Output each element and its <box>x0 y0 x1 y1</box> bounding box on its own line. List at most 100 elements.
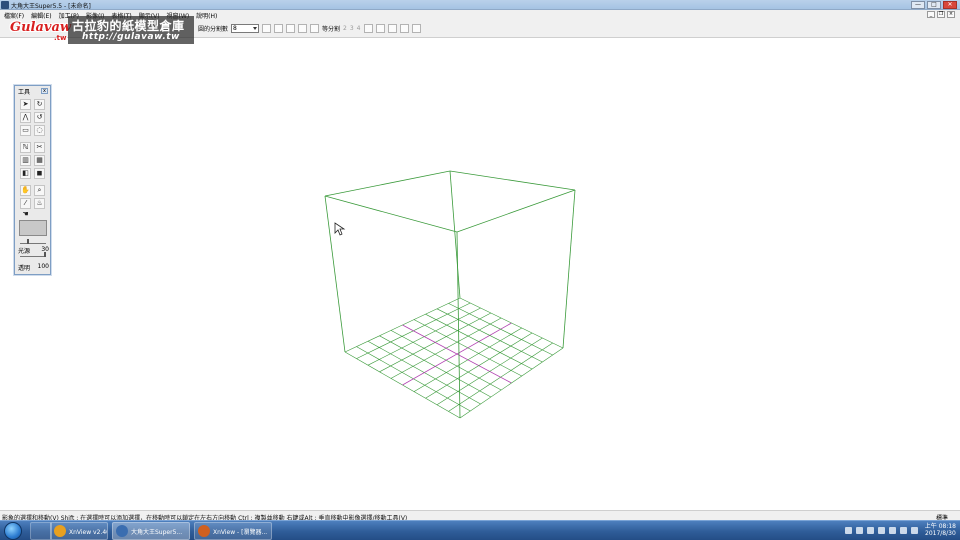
color-swatch[interactable] <box>19 220 47 236</box>
grid-line <box>425 332 533 399</box>
align-right-icon[interactable] <box>387 24 397 33</box>
gear-icon[interactable] <box>310 24 320 33</box>
chrome-icon[interactable] <box>30 522 52 540</box>
divide-2-button[interactable]: 2 <box>343 25 347 32</box>
xnview-icon <box>54 525 66 537</box>
rotate-3d-icon[interactable]: ↺ <box>34 112 45 123</box>
window-titlebar: 大角大王Super5.5 - [未命名] — □ ✕ <box>0 0 960 10</box>
grid-axis-line <box>402 322 512 386</box>
grid-line <box>436 337 543 406</box>
window-title: 大角大王Super5.5 - [未命名] <box>11 3 91 10</box>
grid-line <box>413 319 522 377</box>
doc-restore-button[interactable]: ❐ <box>937 11 945 18</box>
split-label: 圓的分割數 <box>198 26 229 33</box>
keyboard-icon[interactable] <box>844 526 852 534</box>
cube-edge <box>449 170 576 191</box>
task-label: XnView v2.40 免... <box>69 528 107 536</box>
tag-icon[interactable] <box>411 24 421 33</box>
tool-palette: 工具 x ➤ ↻ ⋀ ↺ ▭ ◌ ℕ ✂ ▥ ▦ ◧ ◼ ✋ ⌕ ⁄ ♨ ☚ 光… <box>14 85 51 275</box>
clock[interactable]: 上午 08:18 2017/8/30 <box>925 523 956 537</box>
network-icon[interactable] <box>866 526 874 534</box>
folder-icon[interactable] <box>888 526 896 534</box>
divide-3-button[interactable]: 3 <box>350 25 354 32</box>
align-left-icon[interactable] <box>363 24 373 33</box>
doc-close-button[interactable]: × <box>947 11 955 18</box>
light-slider-thumb[interactable] <box>27 239 30 244</box>
tool-palette-close-button[interactable]: x <box>41 88 48 94</box>
grid-line <box>413 327 522 392</box>
close-button[interactable]: ✕ <box>943 1 957 9</box>
wireframe-cube <box>324 170 576 419</box>
fold-icon[interactable]: ⋀ <box>20 112 31 123</box>
grid-line <box>425 313 533 370</box>
divide-control-group: 等分割 2 3 4 <box>322 24 421 33</box>
floor-grid <box>344 297 564 419</box>
task-xnview-2[interactable]: XnView - [瀏覽器... <box>194 522 272 540</box>
cube-edge <box>324 195 458 233</box>
cube-edge <box>562 189 576 349</box>
grid-line <box>459 297 564 349</box>
system-tray: 上午 08:18 2017/8/30 <box>844 523 956 537</box>
eyedropper-icon[interactable]: ⁄ <box>20 198 31 209</box>
maximize-button[interactable]: □ <box>927 1 941 9</box>
status-bar: 影象的選擇和移動(V) Shift : 在選擇時可以添加選擇，在移動時可以鎖定在… <box>0 510 960 522</box>
hand-icon[interactable]: ✋ <box>20 185 31 196</box>
drawing-canvas[interactable] <box>0 38 960 510</box>
column-icon[interactable]: ▥ <box>20 155 31 166</box>
help-icon[interactable] <box>855 526 863 534</box>
divide-label: 等分割 <box>322 26 341 33</box>
flag-icon[interactable] <box>877 526 885 534</box>
lasso-icon[interactable]: ◌ <box>34 125 45 136</box>
table-icon[interactable]: ▦ <box>34 155 45 166</box>
start-button[interactable] <box>4 522 22 540</box>
mouse-cursor-icon <box>334 222 346 236</box>
taskbar: XnView v2.40 免... 大角大王Super5... XnView -… <box>0 520 960 540</box>
select-arrow-icon[interactable]: ➤ <box>20 99 31 110</box>
split-control-group: 圓的分割數 8 <box>198 24 320 33</box>
paint-bucket-icon[interactable]: ♨ <box>34 198 45 209</box>
scissors-icon[interactable]: ✂ <box>34 142 45 153</box>
alpha-slider-thumb[interactable] <box>44 252 46 257</box>
zoom-icon[interactable]: ⌕ <box>34 185 45 196</box>
cube-edge <box>449 170 461 299</box>
window-controls: — □ ✕ <box>911 1 957 9</box>
grid-line <box>436 308 543 363</box>
cube-face-icon[interactable]: ◧ <box>20 168 31 179</box>
crop-icon[interactable]: ▭ <box>20 125 31 136</box>
divide-4-button[interactable]: 4 <box>357 25 361 32</box>
pin-icon[interactable] <box>399 24 409 33</box>
alpha-row: 透明 100 <box>18 263 49 272</box>
cube-edge <box>456 189 576 233</box>
split-select[interactable]: 8 <box>231 24 260 33</box>
grid-line <box>448 342 553 412</box>
clock-time: 上午 08:18 <box>924 523 956 530</box>
panel-icon[interactable] <box>298 24 308 33</box>
app-icon <box>1 1 9 9</box>
pen-icon[interactable]: ℕ <box>20 142 31 153</box>
menu-help[interactable]: 說明(H) <box>196 11 217 20</box>
task-app-main[interactable]: 大角大王Super5... <box>112 522 190 540</box>
light-slider[interactable] <box>20 239 46 244</box>
app-task-icon <box>116 525 128 537</box>
cube-edge <box>324 195 346 353</box>
cube-icon[interactable] <box>262 24 272 33</box>
chevron-down-icon <box>253 27 258 30</box>
task-label: XnView - [瀏覽器... <box>213 528 268 536</box>
logo-text: Gulavaw <box>10 20 72 35</box>
solid-box-icon[interactable]: ◼ <box>34 168 45 179</box>
alpha-label: 透明 <box>18 265 31 272</box>
doc-minimize-button[interactable]: _ <box>927 11 935 18</box>
rotate-icon[interactable]: ↻ <box>34 99 45 110</box>
task-xnview-1[interactable]: XnView v2.40 免... <box>50 522 108 540</box>
align-center-icon[interactable] <box>375 24 385 33</box>
document-controls: _ ❐ × <box>927 11 955 18</box>
box-icon[interactable] <box>286 24 296 33</box>
cylinder-icon[interactable] <box>274 24 284 33</box>
cube-edge <box>324 170 451 197</box>
xnview-browser-icon <box>198 525 210 537</box>
speaker-icon[interactable] <box>899 526 907 534</box>
cloud-icon[interactable] <box>910 526 918 534</box>
minimize-button[interactable]: — <box>911 1 925 9</box>
grid-line <box>448 303 553 356</box>
alpha-slider[interactable] <box>20 252 46 257</box>
